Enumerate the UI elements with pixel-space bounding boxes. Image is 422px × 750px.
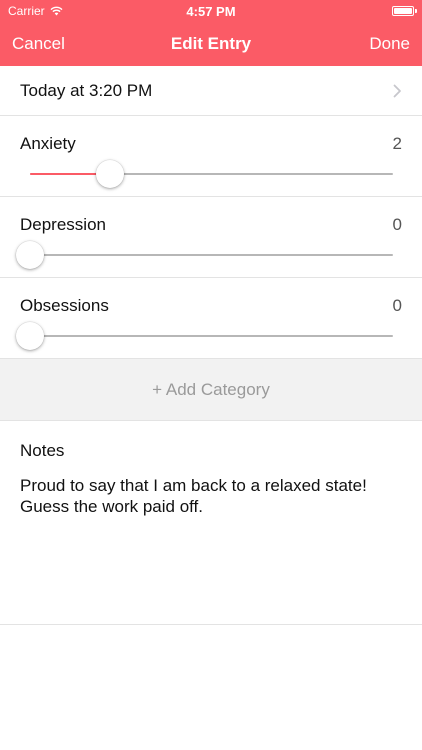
carrier-label: Carrier <box>8 4 45 18</box>
slider-thumb[interactable] <box>95 160 124 188</box>
status-left: Carrier <box>8 4 63 18</box>
battery-icon <box>392 6 417 16</box>
notes-text[interactable]: Proud to say that I am back to a relaxed… <box>20 475 402 517</box>
slider-thumb[interactable] <box>16 322 44 350</box>
depression-slider[interactable] <box>16 241 393 269</box>
notes-section[interactable]: Notes Proud to say that I am back to a r… <box>0 421 422 625</box>
category-label: Anxiety <box>20 134 76 153</box>
category-value: 0 <box>392 215 402 234</box>
date-label: Today at 3:20 PM <box>20 80 153 100</box>
notes-label: Notes <box>20 441 65 460</box>
obsessions-slider[interactable] <box>16 322 393 350</box>
category-label: Depression <box>20 215 106 234</box>
status-bar: Carrier 4:57 PM <box>0 0 422 22</box>
category-value: 2 <box>392 134 402 153</box>
category-row-obsessions: Obsessions 0 <box>0 278 422 359</box>
slider-track <box>30 335 393 337</box>
wifi-icon <box>50 6 63 16</box>
slider-thumb[interactable] <box>16 241 44 269</box>
category-label: Obsessions <box>20 296 109 315</box>
category-row-depression: Depression 0 <box>0 197 422 278</box>
date-row[interactable]: Today at 3:20 PM <box>0 66 422 116</box>
anxiety-slider[interactable] <box>30 160 393 188</box>
category-row-anxiety: Anxiety 2 <box>0 116 422 197</box>
add-category-button[interactable]: + Add Category <box>0 359 422 421</box>
page-title: Edit Entry <box>170 34 252 53</box>
chevron-right-icon <box>393 84 401 97</box>
category-value: 0 <box>392 296 402 315</box>
cancel-button[interactable]: Cancel <box>12 34 65 54</box>
slider-track <box>30 254 393 256</box>
status-time: 4:57 PM <box>186 3 236 19</box>
nav-bar: Cancel Edit Entry Done <box>0 22 422 66</box>
done-button[interactable]: Done <box>369 34 410 54</box>
